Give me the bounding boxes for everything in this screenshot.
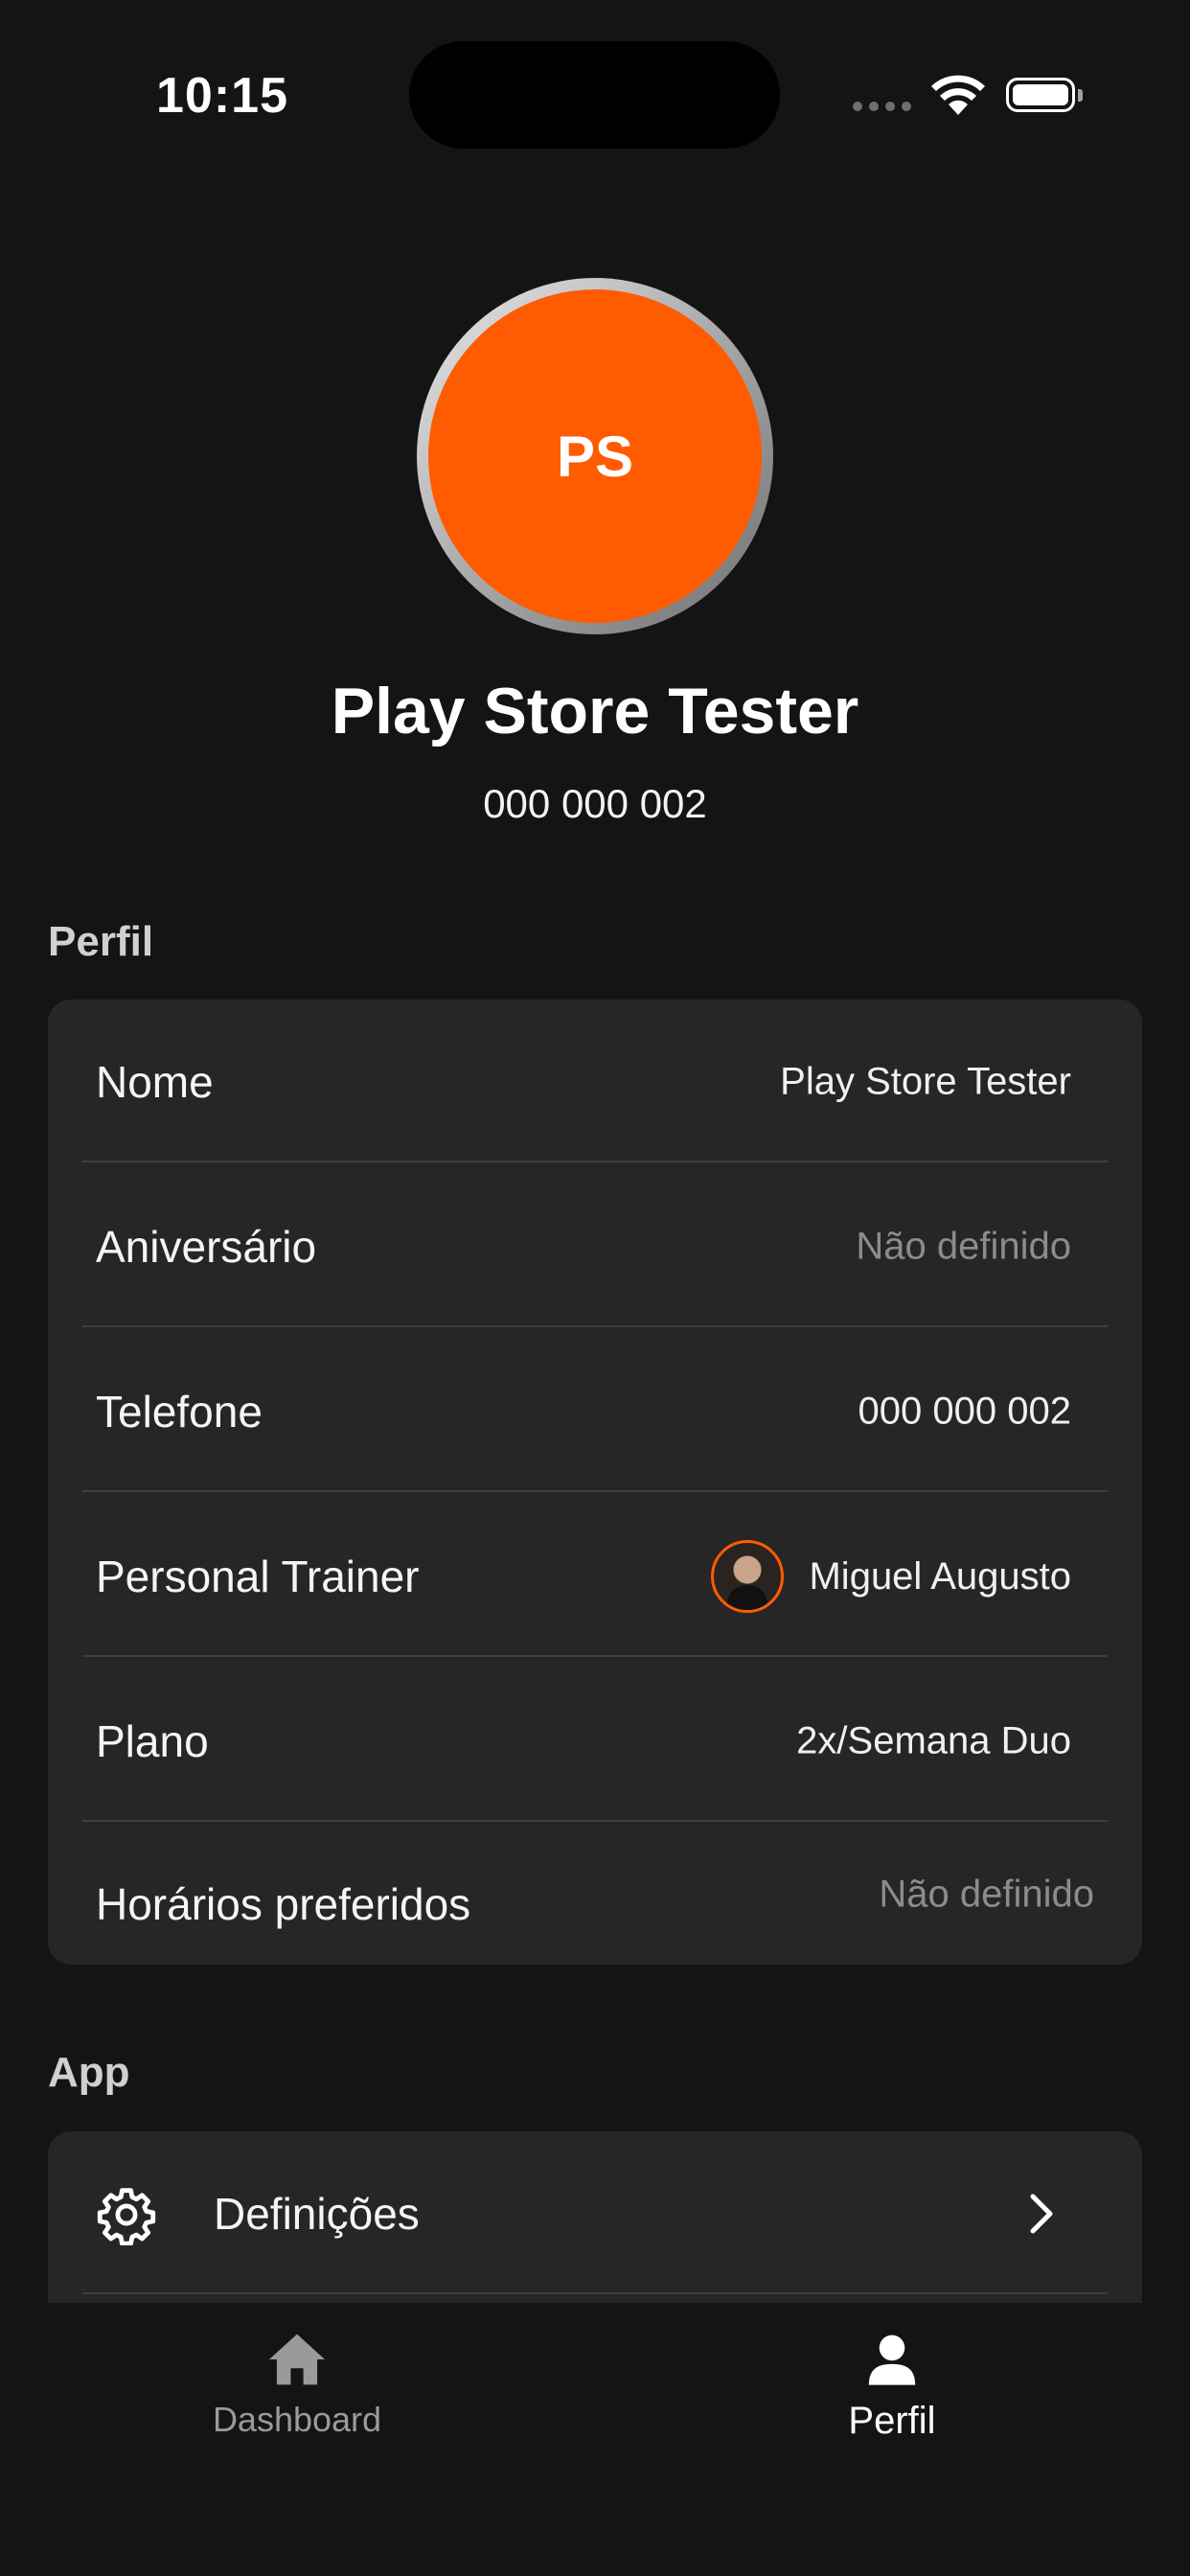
home-icon — [269, 2334, 325, 2385]
row-telefone[interactable]: Telefone 000 000 002 — [48, 1329, 1142, 1494]
person-icon — [868, 2334, 916, 2385]
row-definicoes[interactable]: Definições — [48, 2131, 1142, 2296]
row-value: Play Store Tester — [780, 1060, 1071, 1103]
tab-label: Perfil — [848, 2400, 936, 2442]
status-time: 10:15 — [156, 68, 288, 124]
divider — [82, 1820, 1108, 1822]
chevron-right-icon — [1030, 2194, 1053, 2234]
tab-dashboard[interactable]: Dashboard — [153, 2332, 441, 2440]
perfil-card: Nome Play Store Tester Aniversário Não d… — [48, 1000, 1142, 1965]
section-title-perfil: Perfil — [48, 918, 154, 965]
profile-avatar: PS — [428, 289, 762, 623]
dynamic-island — [409, 41, 780, 149]
row-value: 000 000 002 — [858, 1390, 1071, 1433]
divider — [82, 1490, 1108, 1492]
trainer-name: Miguel Augusto — [809, 1554, 1071, 1598]
tab-bar: Dashboard Perfil — [0, 2303, 1190, 2576]
row-label: Horários preferidos — [96, 1879, 471, 1929]
row-plano[interactable]: Plano 2x/Semana Duo — [48, 1659, 1142, 1824]
row-nome[interactable]: Nome Play Store Tester — [48, 1000, 1142, 1164]
row-aniversario[interactable]: Aniversário Não definido — [48, 1164, 1142, 1329]
tab-perfil[interactable]: Perfil — [748, 2332, 1036, 2443]
row-label: Nome — [96, 1057, 214, 1107]
row-label: Definições — [214, 2189, 420, 2239]
row-label: Personal Trainer — [96, 1552, 420, 1601]
profile-avatar-ring[interactable]: PS — [417, 278, 773, 634]
row-label: Aniversário — [96, 1222, 317, 1272]
row-value: Não definido — [879, 1873, 1094, 1916]
divider — [82, 2292, 1108, 2294]
divider — [82, 1655, 1108, 1657]
divider — [82, 1161, 1108, 1162]
divider — [82, 1325, 1108, 1327]
row-label: Plano — [96, 1716, 209, 1766]
section-title-app: App — [48, 2049, 130, 2096]
wifi-icon — [931, 75, 985, 115]
row-personal-trainer[interactable]: Personal Trainer Miguel Augusto — [48, 1494, 1142, 1659]
battery-icon — [1006, 78, 1085, 116]
tab-label: Dashboard — [212, 2400, 382, 2439]
row-value: Não definido — [856, 1225, 1071, 1268]
profile-name: Play Store Tester — [331, 675, 859, 748]
gear-icon — [97, 2188, 156, 2245]
status-bar: 10:15 — [0, 0, 1190, 192]
cellular-signal-icon — [853, 102, 912, 115]
row-value-trainer: Miguel Augusto — [711, 1540, 1071, 1613]
profile-phone: 000 000 002 — [483, 781, 707, 826]
row-value: 2x/Semana Duo — [796, 1719, 1071, 1762]
row-horarios-preferidos[interactable]: Horários preferidos Não definido — [48, 1824, 1142, 1965]
trainer-avatar — [711, 1540, 785, 1613]
row-label: Telefone — [96, 1387, 263, 1437]
